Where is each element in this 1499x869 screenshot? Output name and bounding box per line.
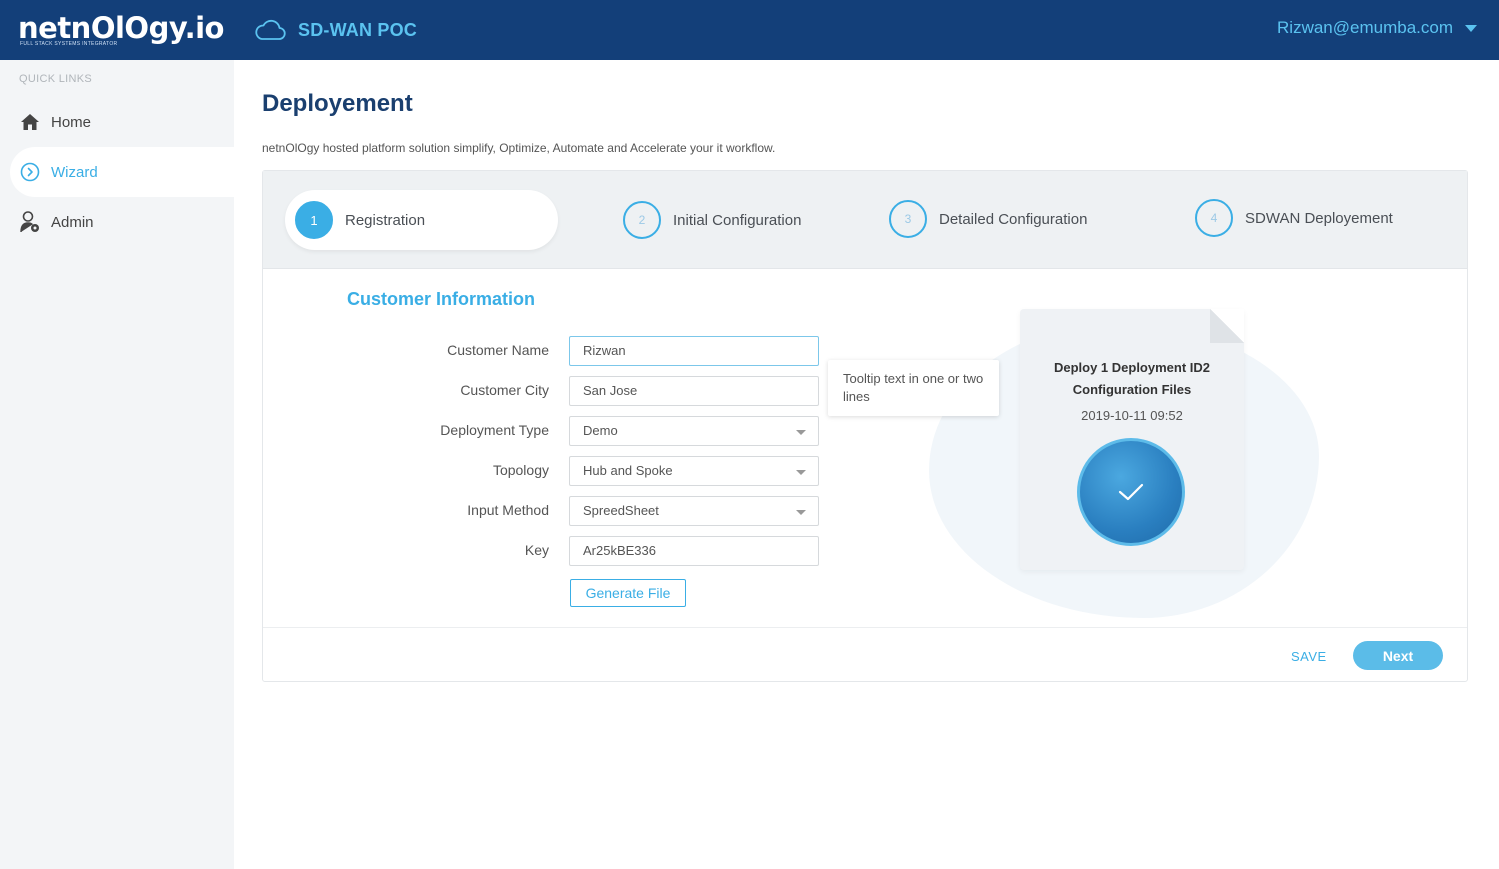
form-row-customer-city: Customer City San Jose: [263, 376, 823, 406]
topology-label: Topology: [492, 462, 549, 478]
step-label: Initial Configuration: [673, 211, 802, 229]
input-method-value: SpreedSheet: [583, 503, 659, 518]
page-subtitle: netnOlOgy hosted platform solution simpl…: [262, 141, 776, 155]
next-button[interactable]: Next: [1353, 641, 1443, 670]
sidebar-item-wizard[interactable]: Wizard: [10, 147, 234, 197]
form-row-key: Key Ar25kBE336: [263, 536, 823, 566]
chevron-down-icon: [796, 430, 806, 435]
sidebar: QUICK LINKS Home Wizard Admin: [0, 60, 234, 869]
step-initial-configuration[interactable]: 2 Initial Configuration: [623, 201, 801, 239]
form-row-customer-name: Customer Name Rizwan: [263, 336, 823, 366]
quick-links-title: QUICK LINKS: [19, 73, 92, 85]
step-registration[interactable]: 1 Registration: [285, 190, 558, 250]
form-row-deployment-type: Deployment Type Demo: [263, 416, 823, 446]
logo-text: netnOlOgy.io: [18, 11, 224, 45]
sidebar-item-label: Admin: [51, 213, 94, 231]
top-bar: netnOlOgy.io FULL STACK SYSTEMS INTEGRAT…: [0, 0, 1499, 60]
logo[interactable]: netnOlOgy.io FULL STACK SYSTEMS INTEGRAT…: [18, 11, 224, 52]
wizard-steps: 1 Registration 2 Initial Configuration 3…: [263, 171, 1467, 269]
config-file-card[interactable]: Deploy 1 Deployment ID2 Configuration Fi…: [1020, 309, 1244, 570]
key-input[interactable]: Ar25kBE336: [569, 536, 819, 566]
sidebar-item-admin[interactable]: Admin: [0, 197, 234, 247]
caret-down-icon: [1465, 24, 1477, 32]
form-row-topology: Topology Hub and Spoke: [263, 456, 823, 486]
generate-file-button[interactable]: Generate File: [570, 579, 686, 607]
deployment-type-select[interactable]: Demo: [569, 416, 819, 446]
user-menu[interactable]: Rizwan@emumba.com: [1277, 18, 1477, 38]
chevron-circle-icon: [20, 162, 40, 182]
topology-value: Hub and Spoke: [583, 463, 673, 478]
deployment-type-value: Demo: [583, 423, 618, 438]
check-icon: [1118, 483, 1144, 501]
logo-tagline: FULL STACK SYSTEMS INTEGRATOR: [20, 41, 118, 47]
sidebar-item-home[interactable]: Home: [0, 97, 234, 147]
page-fold-icon: [1210, 309, 1244, 343]
user-email: Rizwan@emumba.com: [1277, 18, 1453, 37]
customer-name-input[interactable]: Rizwan: [569, 336, 819, 366]
input-method-select[interactable]: SpreedSheet: [569, 496, 819, 526]
admin-user-icon: [20, 211, 40, 233]
file-card-title-line2: Configuration Files: [1072, 382, 1192, 397]
sidebar-item-label: Wizard: [51, 163, 98, 181]
section-title: Customer Information: [347, 289, 536, 309]
step-number: 4: [1195, 199, 1233, 237]
file-card-title-line1: Deploy 1 Deployment ID2: [1053, 360, 1211, 375]
chevron-down-icon: [796, 510, 806, 515]
customer-city-input[interactable]: San Jose: [569, 376, 819, 406]
step-label: Registration: [345, 211, 426, 229]
save-button[interactable]: SAVE: [1291, 649, 1327, 664]
card-footer-divider: [263, 627, 1467, 628]
step-detailed-configuration[interactable]: 3 Detailed Configuration: [889, 200, 1087, 238]
page-title: Deployement: [262, 90, 413, 117]
chevron-down-icon: [796, 470, 806, 475]
step-label: Detailed Configuration: [939, 210, 1088, 228]
deployment-type-label: Deployment Type: [440, 422, 549, 438]
wizard-card: 1 Registration 2 Initial Configuration 3…: [262, 170, 1468, 682]
file-card-datetime: 2019-10-11 09:52: [1081, 408, 1183, 423]
sidebar-item-label: Home: [51, 113, 92, 131]
customer-city-label: Customer City: [460, 382, 549, 398]
cloud-icon: [254, 19, 286, 41]
customer-name-label: Customer Name: [447, 342, 549, 358]
project-name: SD-WAN POC: [298, 19, 417, 40]
step-sdwan-deployement[interactable]: 4 SDWAN Deployement: [1195, 199, 1393, 237]
project-switcher[interactable]: SD-WAN POC: [254, 16, 417, 44]
step-number: 2: [623, 201, 661, 239]
step-number: 3: [889, 200, 927, 238]
step-label: SDWAN Deployement: [1245, 209, 1393, 227]
input-method-label: Input Method: [467, 502, 549, 518]
home-icon: [20, 112, 40, 132]
key-label: Key: [524, 542, 549, 558]
file-card-title: Deploy 1 Deployment ID2 Configuration Fi…: [1020, 357, 1244, 401]
success-status: [1077, 438, 1185, 546]
topology-select[interactable]: Hub and Spoke: [569, 456, 819, 486]
step-number: 1: [295, 201, 333, 239]
tooltip: Tooltip text in one or two lines: [828, 360, 999, 416]
form-row-input-method: Input Method SpreedSheet: [263, 496, 823, 526]
